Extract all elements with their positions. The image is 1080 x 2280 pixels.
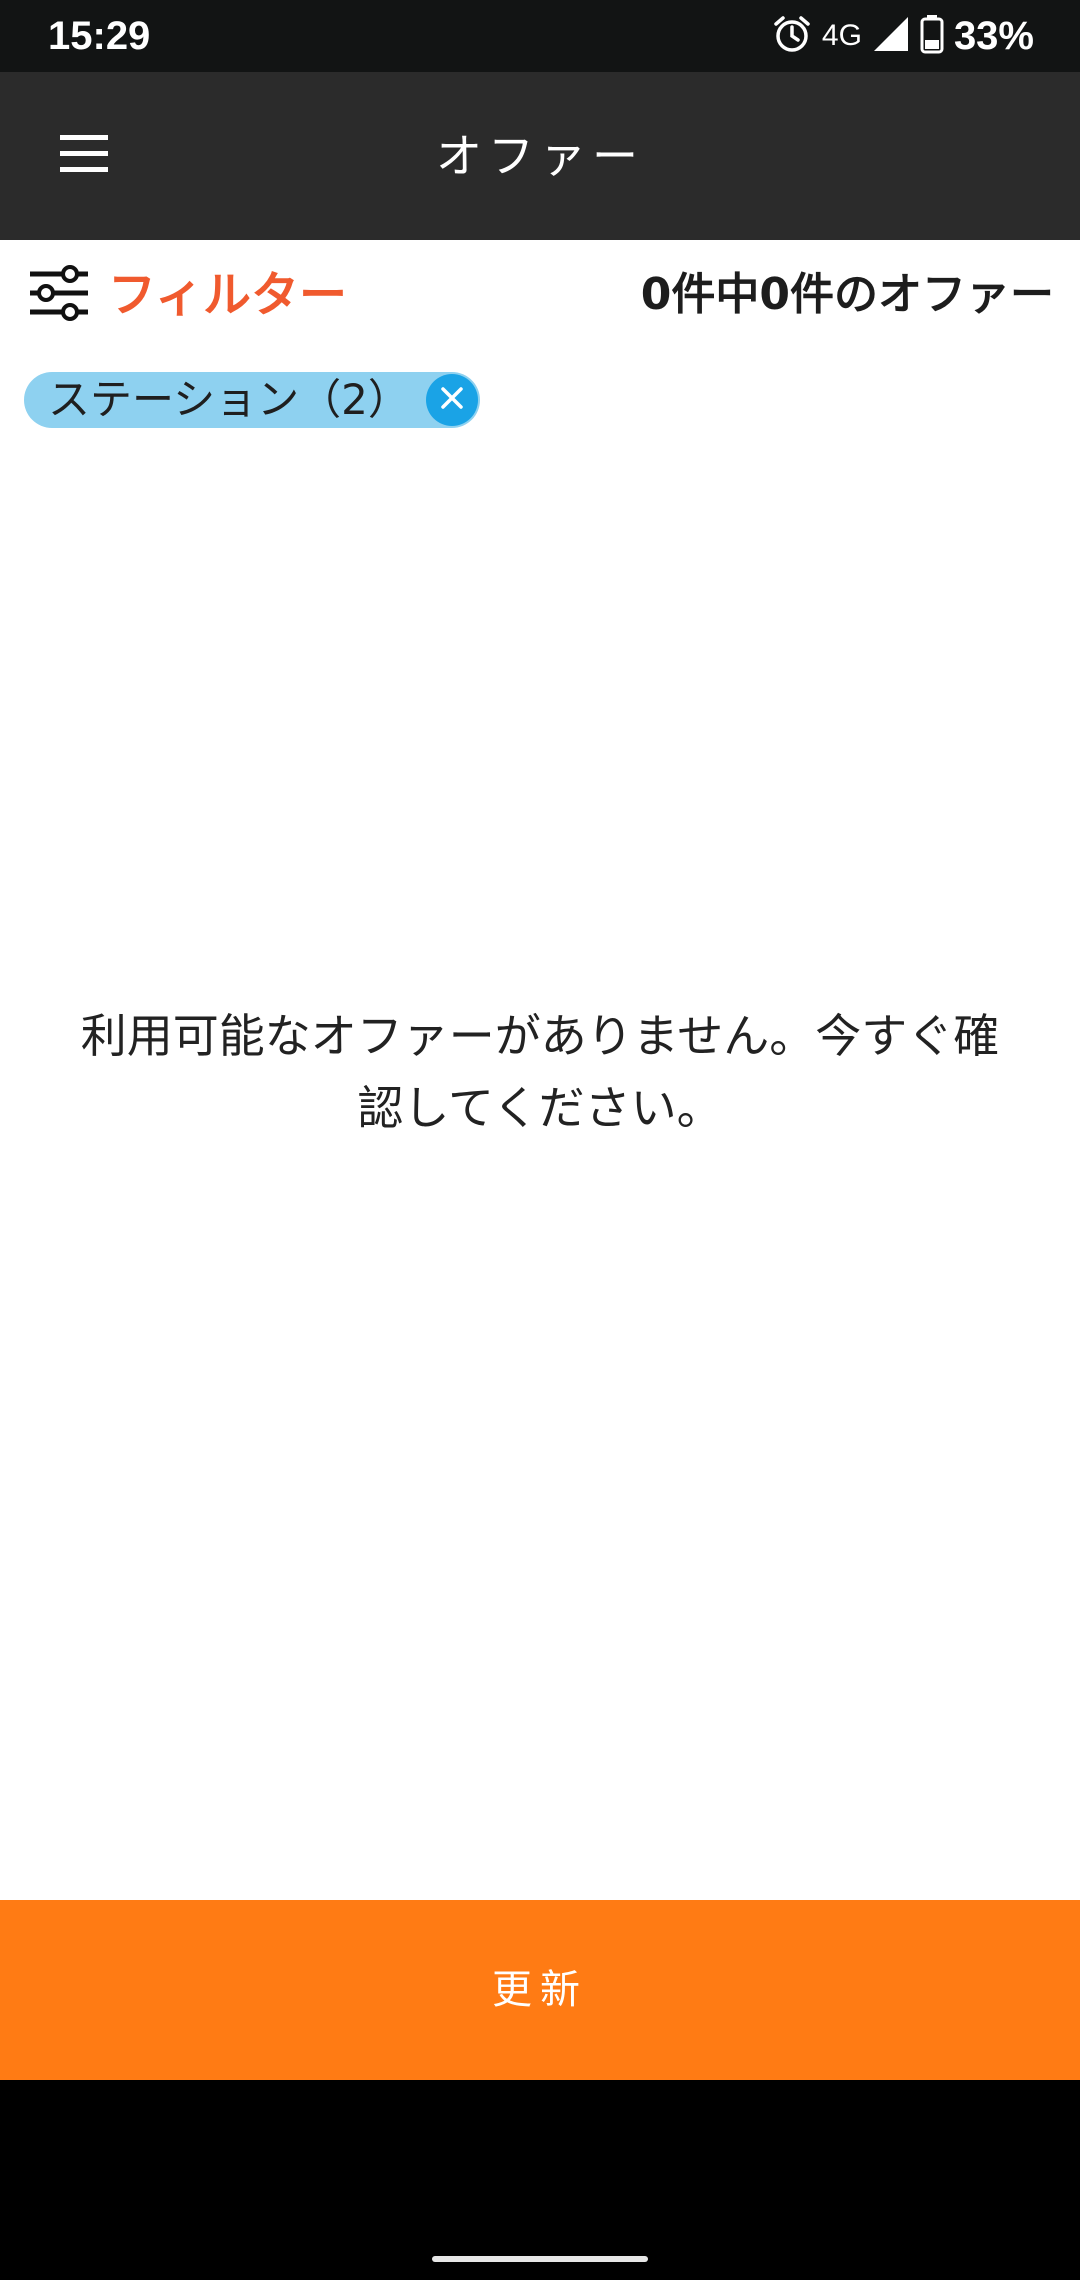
- signal-icon: [872, 15, 910, 57]
- filter-row: フィルター 0件中0件のオファー: [0, 240, 1080, 350]
- menu-button[interactable]: [40, 116, 128, 196]
- screen: 15:29 4G 33% オファー フィルター 0件中0件のオファー ステーショ…: [0, 0, 1080, 2280]
- hamburger-menu-icon: [58, 132, 110, 180]
- filter-chip-station[interactable]: ステーション（2）: [24, 372, 480, 428]
- sliders-icon: [28, 262, 90, 328]
- page-title: オファー: [436, 129, 644, 183]
- empty-message-line-1: 利用可能なオファーがありません。今すぐ確: [80, 1009, 1000, 1063]
- filter-label: フィルター: [108, 267, 348, 323]
- status-bar: 15:29 4G 33%: [0, 0, 1080, 72]
- refresh-button[interactable]: 更新: [0, 1900, 1080, 2080]
- status-time: 15:29: [48, 14, 151, 58]
- chip-remove-button[interactable]: [426, 374, 478, 426]
- home-indicator[interactable]: [432, 2256, 648, 2262]
- close-icon: [439, 385, 465, 415]
- status-icons: 4G 33%: [772, 10, 1034, 62]
- network-type: 4G: [821, 19, 862, 52]
- app-bar: オファー: [0, 72, 1080, 240]
- battery-percent: 33%: [953, 14, 1034, 58]
- empty-message-line-2: 認してください。: [357, 1081, 723, 1135]
- filter-button[interactable]: フィルター: [28, 262, 347, 328]
- alarm-icon: [772, 14, 812, 58]
- navigation-bar: [0, 2080, 1080, 2280]
- empty-state-message: 利用可能なオファーがありません。今すぐ確 認してください。: [40, 1000, 1040, 1144]
- offer-count: 0件中0件のオファー: [640, 269, 1054, 320]
- chip-label: ステーション（2）: [48, 375, 410, 424]
- battery-icon: [920, 14, 944, 58]
